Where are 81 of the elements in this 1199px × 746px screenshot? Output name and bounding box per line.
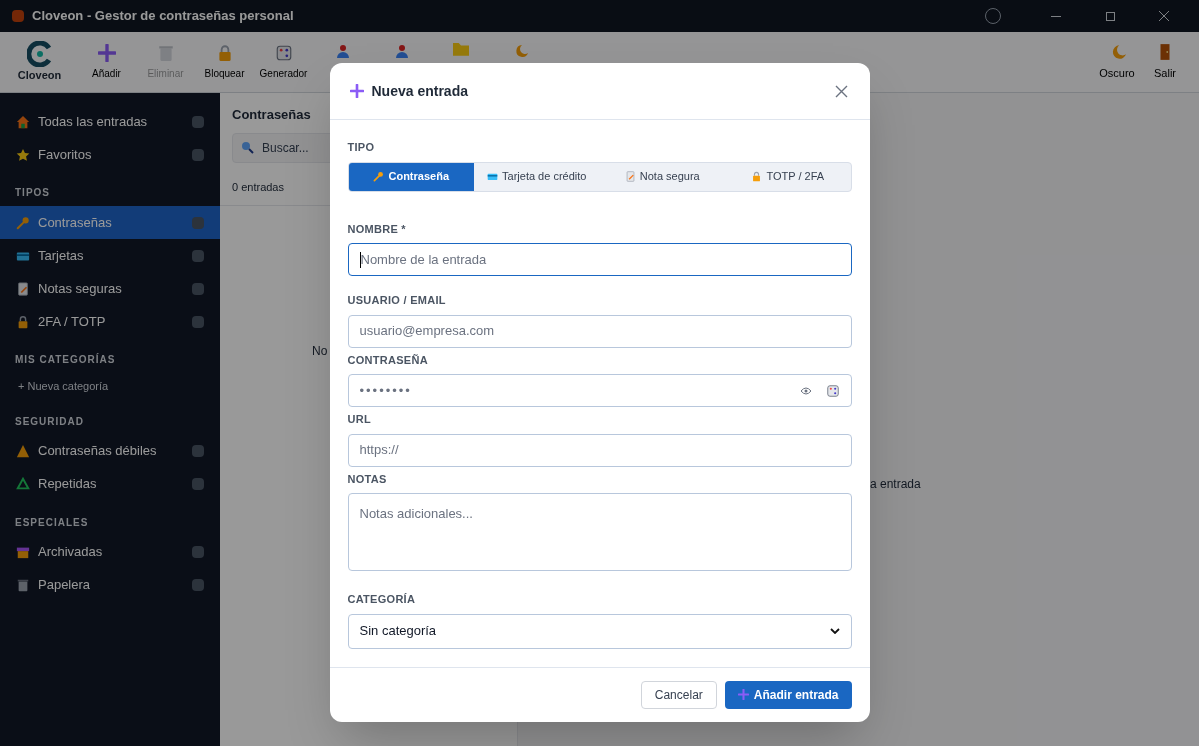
sidebar-item[interactable]: Papelera <box>0 568 220 602</box>
type-tab[interactable]: Contraseña <box>348 162 474 191</box>
plus-icon <box>97 43 116 62</box>
toolbar-button[interactable]: Añadir <box>79 37 134 87</box>
count-badge <box>192 249 204 262</box>
type-tab[interactable]: TOTP / 2FA <box>725 162 851 191</box>
sidebar-item[interactable]: Notas seguras <box>0 272 220 305</box>
star-icon <box>16 147 30 162</box>
close-icon[interactable] <box>1159 11 1169 21</box>
count-badge <box>192 546 204 558</box>
sidebar-item[interactable]: Todas las entradas <box>0 105 220 138</box>
logo-icon <box>26 40 53 67</box>
card-icon <box>487 171 499 182</box>
note-icon <box>624 171 636 182</box>
field-label: TIPO <box>347 140 376 155</box>
note-icon <box>16 281 30 296</box>
trash-icon <box>16 578 30 592</box>
lock-icon <box>751 171 763 182</box>
close-button[interactable] <box>833 83 850 99</box>
field-label: NOTAS <box>347 471 388 487</box>
count-badge <box>192 579 204 591</box>
section-header: SEGURIDAD <box>14 414 85 429</box>
empty-text: No <box>312 343 328 360</box>
key-icon <box>373 171 385 182</box>
field-label: CONTRASEÑA <box>347 352 429 368</box>
key-icon <box>16 215 30 230</box>
eye-icon[interactable] <box>799 386 812 395</box>
field-label: CATEGORÍA <box>347 592 417 607</box>
search-icon <box>241 141 254 154</box>
toolbar-button[interactable]: Generador <box>256 37 311 87</box>
window-title: Cloveon - Gestor de contraseñas personal <box>32 7 294 26</box>
count-badge <box>192 115 204 128</box>
empty-text: a entrada <box>870 476 921 493</box>
app-icon <box>12 10 24 22</box>
dialog-title: Nueva entrada <box>371 81 469 101</box>
sidebar-item[interactable]: Favoritos <box>0 138 220 171</box>
password-field[interactable]: •••••••• <box>347 374 852 407</box>
toolbar-button[interactable]: Bloquear <box>197 37 252 87</box>
dice-icon <box>274 43 293 62</box>
sidebar-item[interactable]: Contraseñas débiles <box>0 434 220 468</box>
sidebar-item[interactable]: Archivadas <box>0 535 220 569</box>
count-badge <box>192 445 204 457</box>
toolbar-button[interactable]: Salir <box>1143 37 1187 87</box>
cancel-button[interactable]: Cancelar <box>640 680 717 709</box>
plus-icon <box>737 689 749 700</box>
person-icon <box>334 43 351 59</box>
notes-field[interactable]: Notas adicionales... <box>347 493 852 571</box>
input-field[interactable]: https:// <box>347 433 852 467</box>
person-icon <box>393 43 410 59</box>
count-badge <box>192 478 204 490</box>
box-icon <box>16 545 30 559</box>
sidebar-item[interactable]: Repetidas <box>0 467 220 501</box>
sidebar-item[interactable]: Contraseñas <box>0 206 220 239</box>
logo-text: Cloveon <box>17 67 62 83</box>
field-label: USUARIO / EMAIL <box>347 293 447 308</box>
section-header: MIS CATEGORÍAS <box>14 352 117 367</box>
field-label: URL <box>347 412 372 427</box>
warning-icon <box>16 444 30 458</box>
list-title: Contraseñas <box>231 106 312 124</box>
input-field[interactable]: Nombre de la entrada <box>347 243 852 276</box>
sidebar-item[interactable]: Tarjetas <box>0 239 220 272</box>
count-badge <box>192 148 204 161</box>
dice-icon <box>825 383 840 398</box>
folder-icon <box>452 43 469 56</box>
new-category-link[interactable]: + Nueva categoría <box>0 373 220 400</box>
input-field[interactable]: usuario@empresa.com <box>347 314 852 348</box>
section-header: ESPECIALES <box>14 515 90 530</box>
chevron-icon <box>829 628 840 634</box>
count-badge <box>192 282 204 295</box>
toolbar-button[interactable]: Oscuro <box>1095 37 1139 87</box>
field-label: NOMBRE * <box>347 221 407 237</box>
count-badge <box>192 216 204 229</box>
category-select[interactable]: Sin categoría <box>347 613 852 649</box>
count-badge <box>192 315 204 328</box>
sidebar-item[interactable]: 2FA / TOTP <box>0 305 220 338</box>
add-entry-button[interactable]: Añadir entrada <box>724 680 852 709</box>
plus-icon <box>349 84 364 98</box>
house-icon <box>16 114 30 129</box>
type-tab[interactable]: Nota segura <box>599 162 725 191</box>
section-header: TIPOS <box>14 186 51 200</box>
lock-icon <box>16 314 30 329</box>
